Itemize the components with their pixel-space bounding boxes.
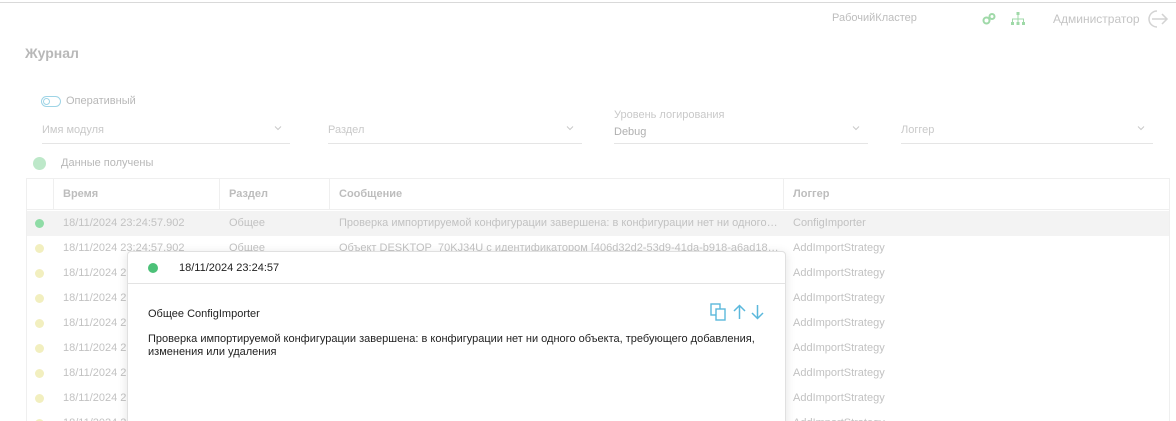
- page-title: Журнал: [25, 45, 79, 61]
- section-filter[interactable]: Раздел: [328, 114, 582, 144]
- row-status: [27, 386, 54, 411]
- row-message: Проверка импортируемой конфигурации заве…: [339, 217, 780, 229]
- level-dot-icon: [35, 244, 44, 253]
- row-logger: AddImportStrategy: [793, 242, 885, 254]
- module-filter-placeholder: Имя модуля: [42, 124, 104, 136]
- section-filter-placeholder: Раздел: [328, 124, 365, 136]
- arrow-down-icon[interactable]: [749, 303, 766, 321]
- copy-icon[interactable]: [710, 303, 727, 321]
- level-dot-icon: [35, 294, 44, 303]
- header-logger[interactable]: Логгер: [784, 179, 1169, 210]
- cluster-name[interactable]: РабочийКластер: [832, 12, 917, 24]
- dialog-subtitle: Общее ConfigImporter: [148, 308, 260, 320]
- header-time[interactable]: Время: [54, 179, 220, 210]
- level-dot-icon: [35, 344, 44, 353]
- table-row[interactable]: 18/11/2024 23:24:57.902 Общее Проверка имп…: [27, 211, 1169, 236]
- dialog-timestamp: 18/11/2024 23:24:57: [179, 262, 280, 274]
- table-header: Время Раздел Сообщение Логгер: [27, 179, 1169, 210]
- row-status: [27, 411, 54, 421]
- row-status: [27, 236, 54, 261]
- row-logger: ConfigImporter: [793, 217, 866, 229]
- logger-filter[interactable]: Логгер: [901, 114, 1153, 144]
- live-toggle[interactable]: [41, 96, 61, 107]
- logout-icon[interactable]: [1141, 7, 1169, 31]
- row-time: 18/11/2024 23:24:57.902: [63, 217, 185, 229]
- hierarchy-icon[interactable]: [1010, 11, 1026, 27]
- dialog-header: 18/11/2024 23:24:57: [128, 252, 785, 284]
- chevron-down-icon: [852, 126, 860, 131]
- level-dot-icon: [35, 269, 44, 278]
- row-logger: AddImportStrategy: [793, 317, 885, 329]
- log-level-filter-label: Уровень логирования: [614, 109, 725, 121]
- status-dot-icon: [148, 263, 158, 273]
- level-dot-icon: [35, 394, 44, 403]
- log-level-filter[interactable]: Уровень логирования Debug: [614, 109, 868, 144]
- status-text: Данные получены: [61, 157, 154, 169]
- header-status: [27, 179, 54, 210]
- chevron-down-icon: [274, 126, 282, 131]
- live-toggle-label: Оперативный: [66, 95, 136, 107]
- log-level-filter-value: Debug: [614, 126, 647, 138]
- chevron-down-icon: [566, 126, 574, 131]
- row-status: [27, 286, 54, 311]
- row-status: [27, 336, 54, 361]
- row-logger: AddImportStrategy: [793, 267, 885, 279]
- row-logger: AddImportStrategy: [793, 342, 885, 354]
- row-status: [27, 361, 54, 386]
- row-logger: AddImportStrategy: [793, 392, 885, 404]
- module-filter[interactable]: Имя модуля: [42, 114, 290, 144]
- log-detail-dialog: 18/11/2024 23:24:57 Общее ConfigImporter…: [127, 251, 786, 421]
- gears-icon[interactable]: [982, 12, 996, 26]
- header-section[interactable]: Раздел: [220, 179, 330, 210]
- user-name[interactable]: Администратор: [1053, 12, 1140, 26]
- row-status: [27, 311, 54, 336]
- status-indicator-icon: [33, 157, 46, 170]
- header-message[interactable]: Сообщение: [330, 179, 784, 210]
- row-status: [27, 261, 54, 286]
- toggle-knob: [43, 98, 50, 105]
- level-dot-icon: [35, 369, 44, 378]
- chevron-down-icon: [1137, 126, 1145, 131]
- logger-filter-placeholder: Логгер: [901, 124, 935, 136]
- row-logger: AddImportStrategy: [784, 411, 1164, 421]
- row-status: [27, 211, 54, 236]
- arrow-up-icon[interactable]: [731, 303, 748, 321]
- level-dot-icon: [35, 219, 44, 228]
- row-section: Общее: [229, 217, 266, 229]
- dialog-message: Проверка импортируемой конфигурации заве…: [148, 333, 755, 358]
- top-border: [0, 2, 1176, 3]
- level-dot-icon: [35, 319, 44, 328]
- row-logger: AddImportStrategy: [793, 292, 885, 304]
- row-logger: AddImportStrategy: [793, 367, 885, 379]
